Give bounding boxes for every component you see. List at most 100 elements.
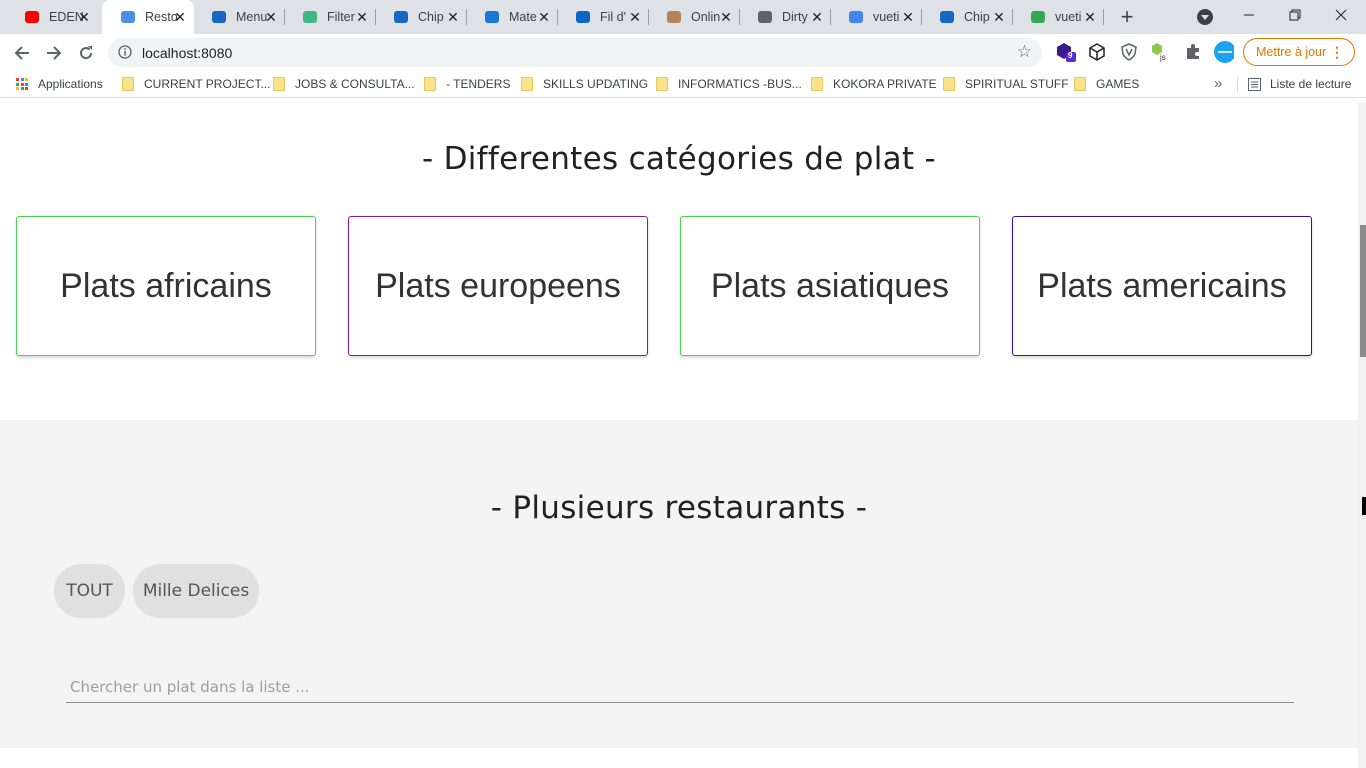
bookmark-label: JOBS & CONSULTA...	[295, 77, 415, 91]
profile-avatar[interactable]	[1214, 41, 1234, 63]
tab-close-icon[interactable]: ✕	[900, 9, 916, 25]
category-card[interactable]: Plats asiatiques	[680, 216, 980, 356]
category-label: Plats americains	[1037, 266, 1287, 305]
cube-extension-button[interactable]	[1087, 42, 1107, 62]
restaurant-filter-chip[interactable]: Mille Delices	[133, 564, 259, 618]
svg-text:js: js	[1159, 53, 1166, 62]
restaurants-title: - Plusieurs restaurants -	[490, 490, 868, 526]
linkedin-icon	[575, 9, 591, 25]
browser-tab[interactable]: Chip ✕	[375, 0, 467, 34]
restore-icon	[1289, 9, 1301, 21]
bookmark-star-icon[interactable]: ☆	[1017, 43, 1032, 61]
reading-list-button[interactable]: Liste de lecture	[1248, 76, 1351, 92]
bookmark-folder[interactable]: CURRENT PROJECT...	[122, 76, 270, 92]
browser-tab[interactable]: Chip ✕	[921, 0, 1013, 34]
folder-icon	[273, 77, 285, 91]
browser-tab[interactable]: EDEN ✕	[6, 0, 98, 34]
browser-tab[interactable]: vueti ✕	[830, 0, 922, 34]
category-card[interactable]: Plats europeens	[348, 216, 648, 356]
categories-title: - Differentes catégories de plat -	[421, 141, 937, 177]
vuetify-icon	[211, 9, 227, 25]
tab-close-icon[interactable]: ✕	[354, 9, 370, 25]
puzzle-icon	[1187, 44, 1199, 59]
reload-button[interactable]	[74, 41, 98, 65]
category-card[interactable]: Plats americains	[1012, 216, 1312, 356]
page-content: - Differentes catégories de plat - Plats…	[0, 103, 1366, 768]
reading-list-label: Liste de lecture	[1270, 77, 1352, 91]
browser-tab[interactable]: Mate ✕	[466, 0, 558, 34]
bookmark-folder[interactable]: GAMES	[1074, 76, 1139, 92]
bookmark-folder[interactable]: JOBS & CONSULTA...	[273, 76, 415, 92]
new-tab-button[interactable]: +	[1116, 6, 1138, 28]
scrollbar-marker	[1362, 497, 1366, 515]
reload-icon	[80, 46, 93, 60]
bookmark-label: KOKORA PRIVATE	[833, 77, 937, 91]
tab-close-icon[interactable]: ✕	[263, 9, 279, 25]
nodejs-icon: js	[1152, 43, 1166, 62]
bookmarks-overflow-icon[interactable]: »	[1214, 75, 1222, 92]
dish-search-input[interactable]	[66, 671, 1294, 703]
browser-tab[interactable]: Dirty ✕	[739, 0, 831, 34]
category-label: Plats europeens	[375, 266, 621, 305]
scrollbar-thumb[interactable]	[1360, 225, 1366, 357]
extensions-puzzle-button[interactable]	[1183, 42, 1203, 62]
vue-devtools-button[interactable]	[1119, 42, 1139, 62]
close-icon	[1335, 9, 1347, 21]
info-icon[interactable]	[118, 45, 132, 59]
restaurants-section: - Plusieurs restaurants - TOUT Mille Deli…	[0, 420, 1358, 748]
minimize-button[interactable]	[1226, 0, 1272, 30]
ycombinator-icon	[1030, 9, 1046, 25]
close-window-button[interactable]	[1318, 0, 1364, 30]
bookmark-label: - TENDERS	[446, 77, 511, 91]
youtube-icon	[24, 9, 40, 25]
bookmarks-bar: Applications CURRENT PROJECT... JOBS & CO…	[0, 71, 1366, 98]
folder-icon	[521, 77, 533, 91]
browser-toolbar: ☆ 9 js Mettre à jour ⋮	[0, 34, 1366, 71]
folder-icon	[656, 77, 668, 91]
code-icon	[757, 9, 773, 25]
tab-close-icon[interactable]: ✕	[1082, 9, 1098, 25]
browser-tab[interactable]: Onlin ✕	[648, 0, 740, 34]
bookmark-label: SKILLS UPDATING	[543, 77, 649, 91]
bookmark-folder[interactable]: - TENDERS	[424, 76, 510, 92]
tab-close-icon[interactable]: ✕	[445, 9, 461, 25]
update-label: Mettre à jour	[1256, 45, 1327, 59]
extension-badge-button[interactable]: 9	[1056, 42, 1076, 62]
back-button[interactable]	[10, 41, 34, 65]
browser-tab[interactable]: Resto ✕	[102, 0, 194, 34]
tab-close-icon[interactable]: ✕	[536, 9, 552, 25]
browser-tab[interactable]: Filter ✕	[284, 0, 376, 34]
url-input[interactable]	[142, 43, 942, 63]
bookmark-folder[interactable]: KOKORA PRIVATE	[811, 76, 937, 92]
tab-close-icon[interactable]: ✕	[627, 9, 643, 25]
browser-tab[interactable]: vueti ✕	[1012, 0, 1104, 34]
restaurant-filter-chip[interactable]: TOUT	[54, 564, 125, 618]
browser-tab[interactable]: Menu ✕	[193, 0, 285, 34]
bookmark-apps[interactable]: Applications	[16, 76, 103, 92]
nodejs-extension-button[interactable]: js	[1151, 42, 1171, 62]
reading-list-icon	[1248, 77, 1261, 91]
bookmark-folder[interactable]: SPIRITUAL STUFF	[943, 76, 1069, 92]
category-label: Plats asiatiques	[710, 266, 950, 305]
bookmark-folder[interactable]: INFORMATICS -BUS...	[656, 76, 802, 92]
tab-strip: EDEN ✕ Resto ✕ Menu ✕ Filter ✕ Chip ✕ Mate ✕ Fil d' ✕…	[0, 0, 1366, 34]
page-scrollbar[interactable]	[1358, 103, 1366, 768]
tab-close-icon[interactable]: ✕	[76, 9, 92, 25]
tab-close-icon[interactable]: ✕	[718, 9, 734, 25]
tab-close-icon[interactable]: ✕	[809, 9, 825, 25]
material-icon	[484, 9, 500, 25]
folder-icon	[122, 77, 134, 91]
category-card[interactable]: Plats africains	[16, 216, 316, 356]
bookmark-folder[interactable]: SKILLS UPDATING	[521, 76, 648, 92]
update-chrome-button[interactable]: Mettre à jour ⋮	[1243, 38, 1355, 66]
forward-button[interactable]	[42, 41, 66, 65]
tab-close-icon[interactable]: ✕	[172, 9, 188, 25]
tab-search-icon[interactable]	[1197, 9, 1213, 25]
browser-tab[interactable]: Fil d' ✕	[557, 0, 649, 34]
kebab-menu-icon[interactable]: ⋮	[1330, 44, 1344, 60]
bookmark-label: GAMES	[1096, 77, 1140, 91]
restaurant-favicon	[120, 9, 136, 25]
tab-close-icon[interactable]: ✕	[991, 9, 1007, 25]
address-bar[interactable]: ☆	[108, 38, 1042, 67]
restore-button[interactable]	[1272, 0, 1318, 30]
